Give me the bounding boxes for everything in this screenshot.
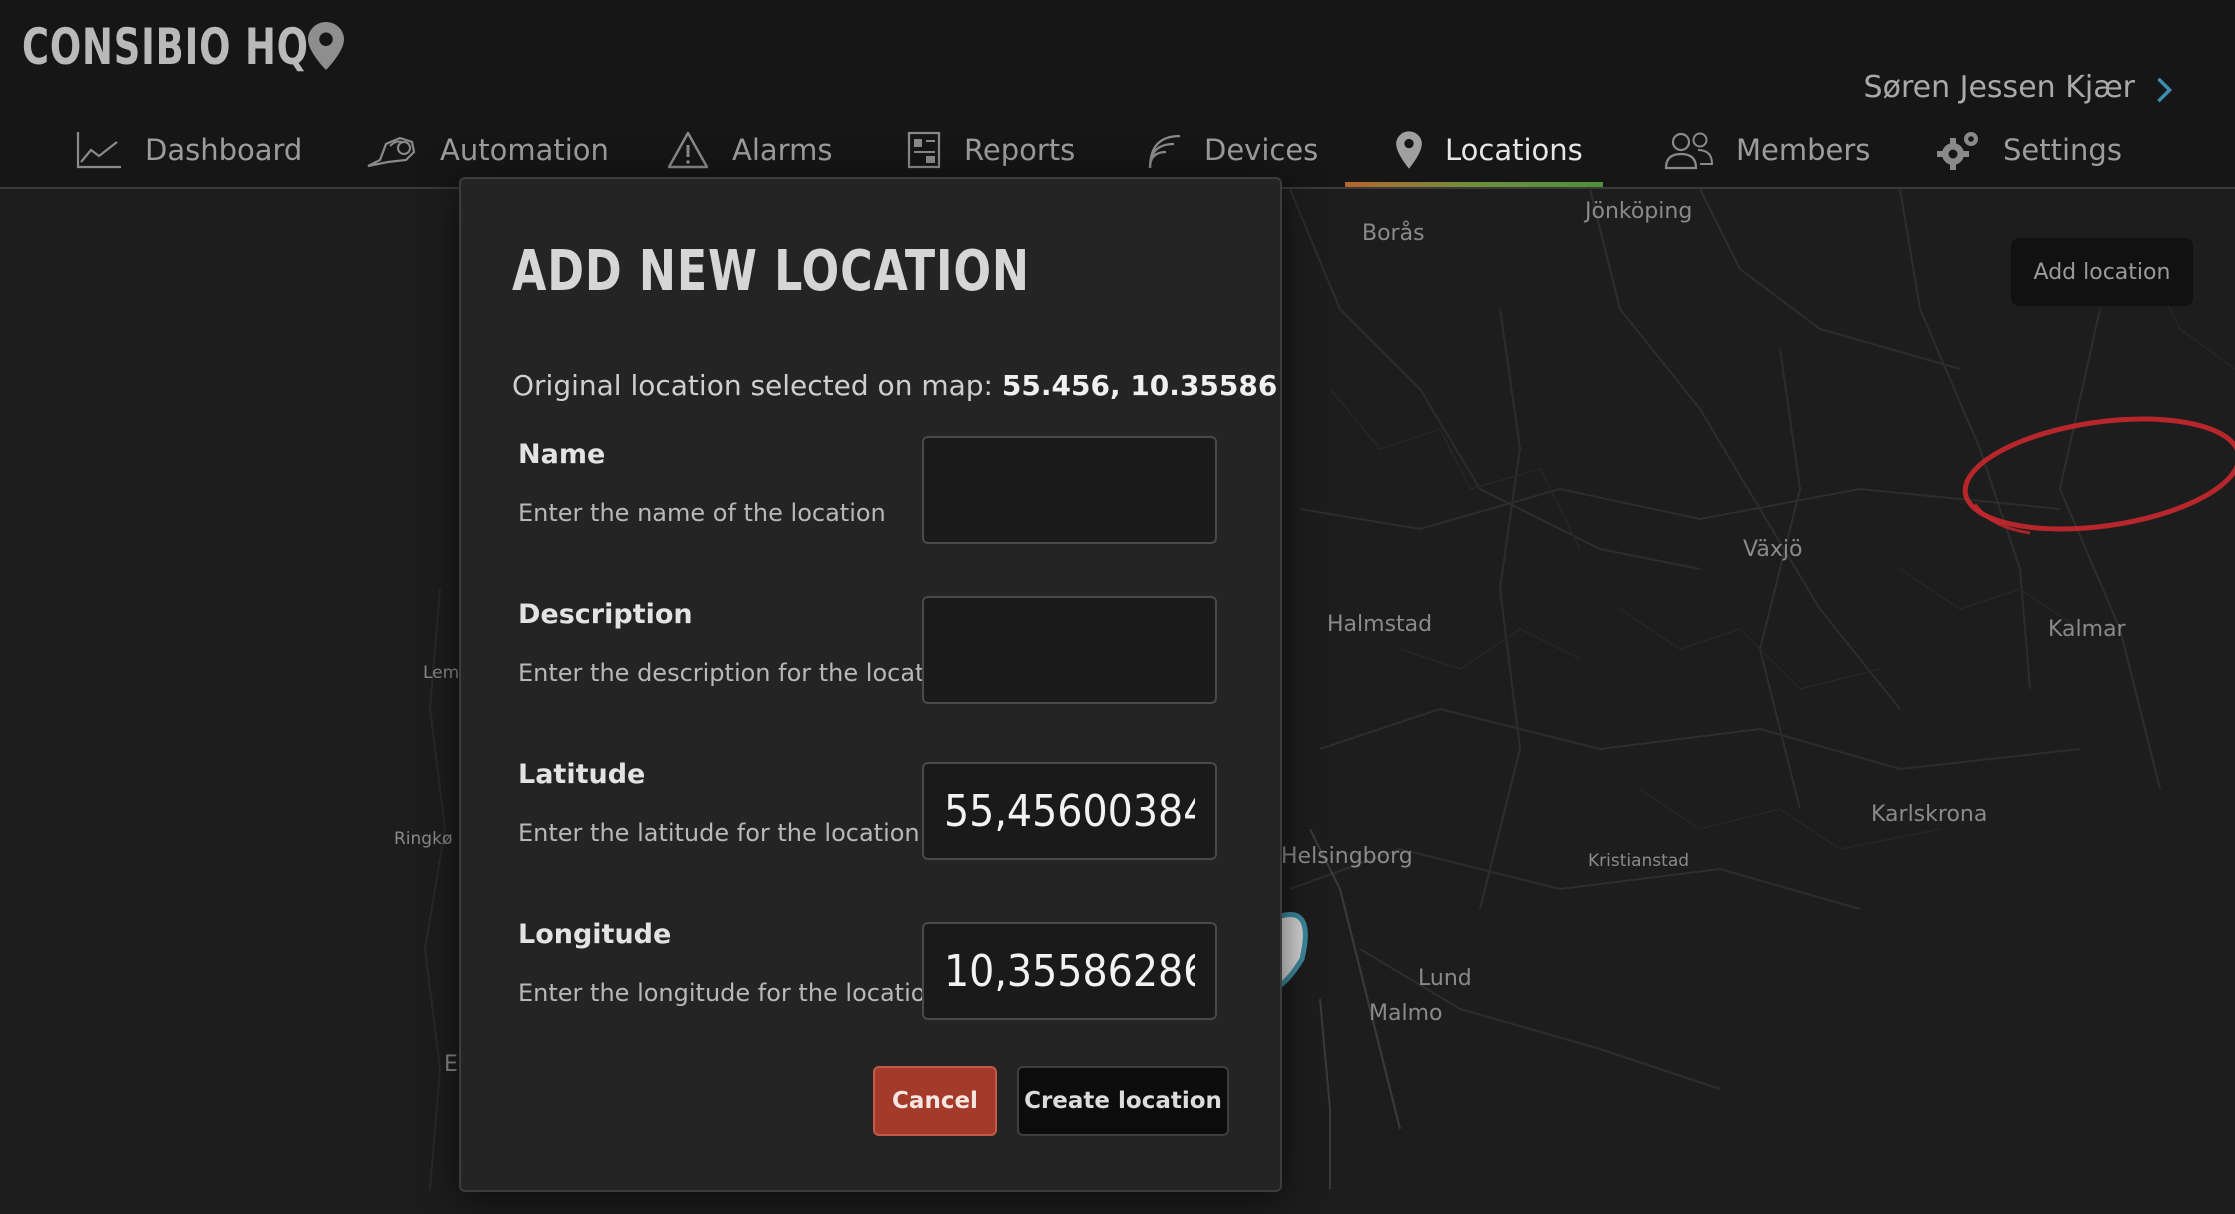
nav-item-members[interactable]: Members [1664,112,1870,187]
map-label: Lund [1418,966,1472,991]
description-label: Description [518,599,693,630]
nav-item-alarms[interactable]: Alarms [666,112,832,187]
add-location-button[interactable]: Add location [2011,238,2193,306]
name-label: Name [518,439,606,470]
map-label: Helsingborg [1281,844,1413,869]
map-label: E [444,1052,458,1077]
hand-icon [367,136,416,167]
map-label: Kristianstad [1588,851,1690,871]
chart-line-icon [76,131,121,168]
add-location-dialog: ADD NEW LOCATION Original location selec… [459,177,1282,1192]
map-label: Karlskrona [1871,802,1988,827]
longitude-label: Longitude [518,919,672,950]
map-label: Jönköping [1585,199,1693,224]
map-label: Kalmar [2048,617,2126,642]
main-nav: Dashboard Automation Alarms Reports Devi… [0,112,2235,187]
gear-icon [1937,131,1978,170]
longitude-input[interactable] [922,922,1217,1020]
map-pin [1275,912,1308,992]
map-label: Ringkø [394,829,453,849]
cancel-button[interactable]: Cancel [873,1066,997,1136]
description-help: Enter the description for the location [518,659,962,687]
longitude-help: Enter the longitude for the location [518,979,941,1007]
dialog-title: ADD NEW LOCATION [512,239,1030,304]
latitude-label: Latitude [518,759,646,790]
report-icon [907,131,941,168]
user-name[interactable]: Søren Jessen Kjær [1864,70,2135,105]
location-pin-icon [308,22,344,70]
latitude-help: Enter the latitude for the location [518,819,920,847]
nav-item-settings[interactable]: Settings [1935,112,2122,187]
brand-title: CONSIBIO HQ [22,18,309,76]
original-location-text: Original location selected on map: 55.45… [512,369,1278,402]
warning-icon [667,131,709,168]
chevron-right-icon[interactable] [2153,76,2175,104]
nav-item-locations[interactable]: Locations [1395,112,1583,187]
description-input[interactable] [922,596,1217,704]
create-location-button[interactable]: Create location [1017,1066,1229,1136]
active-tab-indicator [1345,182,1603,187]
nav-item-dashboard[interactable]: Dashboard [75,112,302,187]
nav-item-automation[interactable]: Automation [366,112,609,187]
app-header: CONSIBIO HQ Søren Jessen Kjær Dashboard … [0,0,2235,189]
map-label: Malmo [1369,1001,1443,1026]
latitude-input[interactable] [922,762,1217,860]
map-label: Borås [1362,221,1425,246]
map-label: Växjö [1743,537,1803,562]
nav-item-devices[interactable]: Devices [1146,112,1318,187]
signal-icon [1148,134,1181,168]
map-label: Lem [423,663,460,683]
name-input[interactable] [922,436,1217,544]
nav-item-reports[interactable]: Reports [906,112,1075,187]
location-pin-icon [1396,130,1422,169]
map-label: Halmstad [1327,612,1433,637]
members-icon [1664,132,1714,169]
original-coordinates: 55.456, 10.35586 [1001,369,1278,402]
name-help: Enter the name of the location [518,499,886,527]
